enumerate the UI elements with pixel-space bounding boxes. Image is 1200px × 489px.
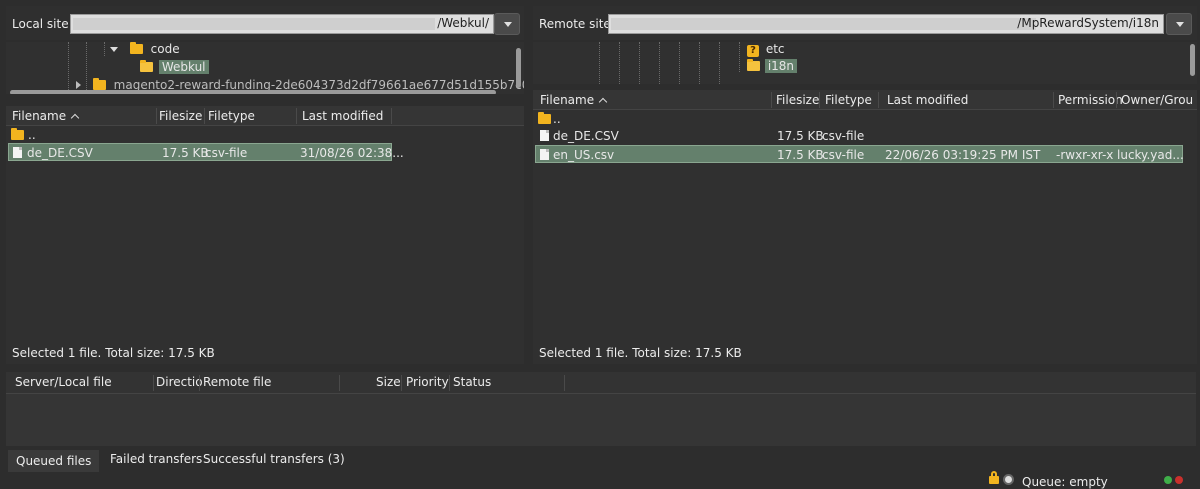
file-permission: -rwxr-xr-x — [1056, 148, 1114, 162]
column-filename[interactable]: Filename — [12, 109, 80, 123]
tree-node-label: etc — [765, 42, 785, 56]
queue-column-remote-file[interactable]: Remote file — [203, 375, 271, 389]
remote-path-input[interactable]: /MpRewardSystem/i18n — [608, 14, 1164, 34]
file-type: csv-file — [822, 129, 865, 143]
lock-shackle-icon — [991, 471, 997, 477]
file-name: .. — [553, 112, 561, 126]
sort-ascending-icon — [598, 97, 608, 107]
queue-column-server-local-file[interactable]: Server/Local file — [15, 375, 112, 389]
column-filetype[interactable]: Filetype — [208, 109, 255, 123]
column-last-modified[interactable]: Last modified — [302, 109, 383, 123]
file-row-de-de-csv[interactable]: de_DE.CSV 17.5 KB csv-file 31/08/26 02:3… — [8, 143, 404, 161]
remote-file-list-header: Filename Filesize Filetype Last modified… — [533, 90, 1197, 110]
chevron-down-icon — [504, 22, 512, 27]
upload-led-icon — [1164, 476, 1172, 484]
file-type: csv-file — [822, 148, 865, 162]
tree-node-label: i18n — [764, 59, 798, 73]
file-row-parent[interactable]: .. — [535, 110, 1183, 128]
tab-queued-files[interactable]: Queued files — [8, 450, 100, 472]
file-row-parent[interactable]: .. — [8, 126, 392, 144]
remote-status-text: Selected 1 file. Total size: 17.5 KB — [539, 346, 742, 360]
remote-site-bar: Remote site: /MpRewardSystem/i18n — [533, 6, 1197, 40]
unknown-folder-icon: ? — [747, 45, 759, 57]
tree-node-etc[interactable]: ? etc — [747, 42, 785, 60]
file-size: 17.5 KB — [162, 146, 209, 160]
tree-node-code[interactable]: code — [110, 42, 180, 60]
tree-node-label: Webkul — [158, 60, 209, 74]
queue-column-direction[interactable]: Directio — [156, 375, 203, 389]
file-row-en-us-csv[interactable]: en_US.csv 17.5 KB csv-file 22/06/26 03:1… — [535, 145, 1184, 163]
local-file-list-header: Filename Filesize Filetype Last modified — [6, 106, 524, 126]
column-owner-group[interactable]: Owner/Grou — [1121, 93, 1193, 107]
queue-column-size[interactable]: Size — [376, 375, 401, 389]
folder-icon — [129, 42, 143, 54]
local-status-text: Selected 1 file. Total size: 17.5 KB — [12, 346, 215, 360]
file-icon — [13, 147, 22, 158]
remote-path-text: /MpRewardSystem/i18n — [1017, 16, 1159, 30]
tree-node-label: code — [150, 42, 180, 56]
column-last-modified[interactable]: Last modified — [887, 93, 968, 107]
remote-site-label: Remote site: — [539, 17, 615, 31]
queue-header: Server/Local file Directio Remote file S… — [6, 372, 1196, 394]
file-name: de_DE.CSV — [553, 129, 619, 143]
lock-icon — [989, 476, 999, 484]
speed-limit-icon[interactable] — [1003, 474, 1014, 485]
file-icon — [540, 130, 549, 141]
queue-column-priority[interactable]: Priority — [406, 375, 449, 389]
file-row-de-de-csv[interactable]: de_DE.CSV 17.5 KB csv-file — [535, 127, 1183, 145]
local-path-input[interactable]: /Webkul/ — [70, 14, 494, 34]
column-permission[interactable]: Permission — [1058, 93, 1123, 107]
file-name: en_US.csv — [553, 148, 615, 162]
folder-icon — [538, 112, 551, 124]
file-icon — [540, 149, 549, 160]
tree-node-webkul[interactable]: Webkul — [140, 60, 209, 78]
file-modified: 22/06/26 03:19:25 PM IST — [885, 148, 1041, 162]
sort-ascending-icon — [70, 113, 80, 123]
tab-successful-transfers[interactable]: Successful transfers (3) — [203, 452, 345, 466]
remote-directory-tree[interactable]: ? etc i18n — [533, 42, 1197, 84]
file-size: 17.5 KB — [777, 129, 824, 143]
folder-open-icon — [140, 60, 153, 72]
local-site-label: Local site: — [12, 17, 73, 31]
folder-icon — [11, 128, 24, 140]
column-filetype[interactable]: Filetype — [825, 93, 872, 107]
folder-icon — [92, 78, 106, 90]
column-filesize[interactable]: Filesize — [776, 93, 819, 107]
remote-tree-vscrollbar[interactable] — [1190, 44, 1195, 76]
local-directory-tree[interactable]: code Webkul magento2-reward-funding-2de6… — [6, 42, 524, 94]
file-type: csv-file — [205, 146, 248, 160]
file-name: de_DE.CSV — [27, 146, 93, 160]
chevron-down-icon — [1176, 22, 1184, 27]
local-file-list[interactable]: Filename Filesize Filetype Last modified… — [6, 106, 524, 364]
tab-failed-transfers[interactable]: Failed transfers — [110, 452, 202, 466]
local-tree-hscrollbar[interactable] — [10, 90, 496, 94]
expand-arrow-icon[interactable] — [76, 81, 81, 89]
queue-list[interactable] — [6, 394, 1196, 446]
queue-column-status[interactable]: Status — [453, 375, 491, 389]
file-name: .. — [28, 128, 36, 142]
queue-status-text: Queue: empty — [1022, 475, 1108, 489]
tree-node-i18n[interactable]: i18n — [747, 59, 798, 77]
local-path-text: /Webkul/ — [437, 16, 489, 30]
folder-open-icon — [747, 59, 760, 71]
column-filesize[interactable]: Filesize — [159, 109, 202, 123]
file-modified: 31/08/26 02:38... — [300, 146, 404, 160]
file-owner-group: lucky.yad... — [1117, 148, 1184, 162]
local-path-dropdown-button[interactable] — [494, 13, 520, 35]
column-filename[interactable]: Filename — [540, 93, 608, 107]
remote-path-dropdown-button[interactable] — [1166, 13, 1192, 35]
file-size: 17.5 KB — [777, 148, 824, 162]
local-tree-vscrollbar[interactable] — [516, 48, 521, 88]
expand-arrow-icon[interactable] — [110, 47, 118, 52]
remote-file-list[interactable]: Filename Filesize Filetype Last modified… — [533, 90, 1197, 364]
local-site-bar: Local site: /Webkul/ — [6, 6, 524, 40]
download-led-icon — [1175, 476, 1183, 484]
